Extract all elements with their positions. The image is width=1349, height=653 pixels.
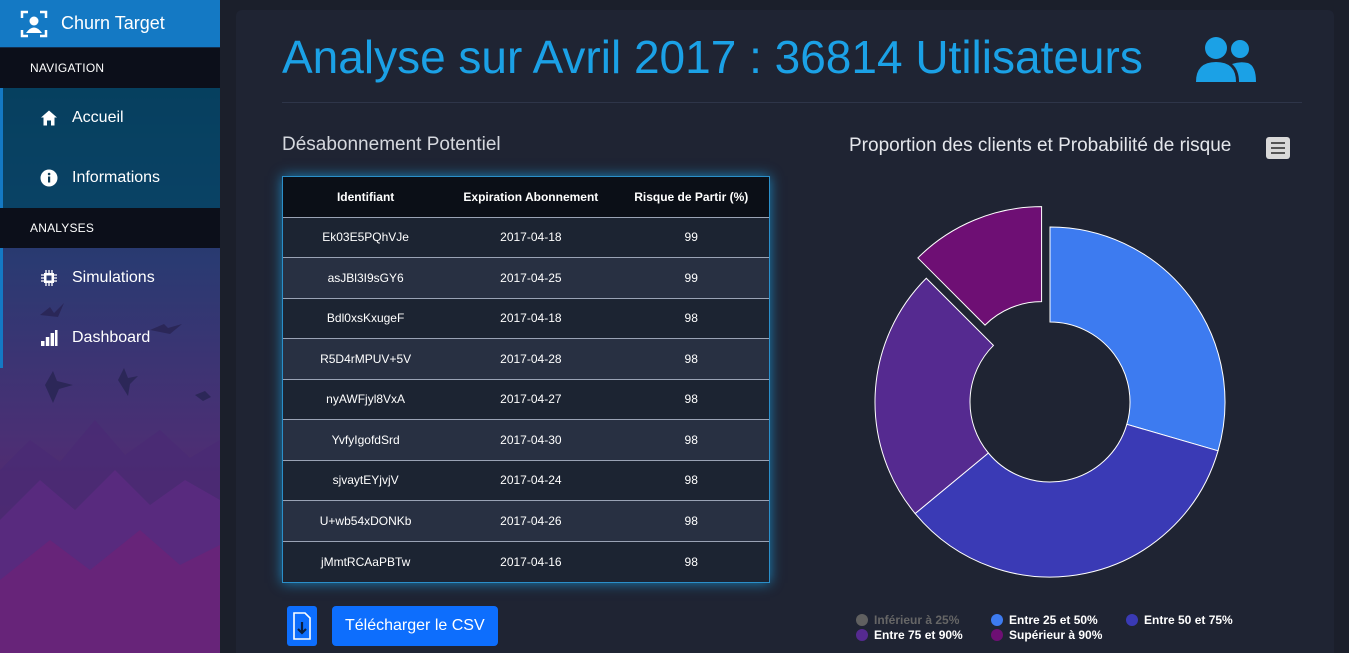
legend-item[interactable]: Entre 25 et 50%: [991, 613, 1098, 627]
cell-risque: 99: [613, 257, 769, 298]
cell-identifiant: sjvaytEYjvjV: [283, 459, 449, 501]
legend-item[interactable]: Inférieur à 25%: [856, 613, 959, 627]
download-row: Télécharger le CSV: [287, 606, 498, 646]
table-row: asJBl3I9sGY6 2017-04-25 99: [283, 257, 769, 298]
table-row: U+wb54xDONKb 2017-04-26 98: [283, 500, 769, 541]
table-header-row: Identifiant Expiration Abonnement Risque…: [283, 177, 769, 217]
legend-marker: [856, 614, 868, 626]
file-download-icon[interactable]: [287, 606, 317, 646]
users-icon: [1196, 37, 1256, 82]
cell-expiration: 2017-04-18: [448, 216, 614, 258]
cell-expiration: 2017-04-25: [448, 257, 614, 298]
cell-identifiant: Bdl0xsKxugeF: [283, 297, 449, 339]
legend-marker: [991, 614, 1003, 626]
donut-chart: [874, 206, 1226, 578]
sidebar-section-analyses: ANALYSES: [0, 208, 220, 248]
legend-marker: [856, 629, 868, 641]
table-row: Bdl0xsKxugeF 2017-04-18 98: [283, 297, 769, 339]
cell-risque: 98: [613, 338, 769, 379]
legend-label: Entre 75 et 90%: [874, 628, 963, 642]
table-heading: Désabonnement Potentiel: [282, 134, 501, 155]
cell-identifiant: Ek03E5PQhVJe: [283, 216, 449, 258]
info-icon: [39, 168, 59, 188]
cell-expiration: 2017-04-24: [448, 459, 614, 501]
column-header-expiration[interactable]: Expiration Abonnement: [448, 177, 613, 217]
app-title: Churn Target: [61, 13, 165, 33]
legend-item[interactable]: Entre 50 et 75%: [1126, 613, 1233, 627]
cell-identifiant: jMmtRCAaPBTw: [283, 540, 449, 582]
donut-slice[interactable]: [1049, 226, 1226, 452]
cell-risque: 98: [613, 459, 769, 501]
legend-marker: [1126, 614, 1138, 626]
title-divider: [282, 102, 1302, 103]
sidebar-item-informations[interactable]: Informations: [0, 148, 220, 208]
user-target-icon: [20, 10, 48, 37]
bar-chart-icon: [39, 328, 59, 348]
cell-identifiant: asJBl3I9sGY6: [283, 257, 449, 298]
cell-risque: 99: [613, 216, 769, 258]
table-row: jMmtRCAaPBTw 2017-04-16 98: [283, 540, 769, 582]
chart-menu-icon[interactable]: [1266, 137, 1290, 159]
table-row: nyAWFjyl8VxA 2017-04-27 98: [283, 378, 769, 420]
legend-label: Inférieur à 25%: [874, 613, 960, 627]
cell-risque: 98: [613, 540, 769, 582]
cell-identifiant: R5D4rMPUV+5V: [283, 338, 449, 379]
chart-title: Proportion des clients et Probabilité de…: [849, 135, 1232, 156]
sidebar-item-label: Informations: [72, 169, 161, 186]
table-row: sjvaytEYjvjV 2017-04-24 98: [283, 459, 769, 501]
sidebar-item-accueil[interactable]: Accueil: [0, 88, 220, 148]
legend-item[interactable]: Entre 75 et 90%: [856, 628, 963, 642]
cell-expiration: 2017-04-30: [448, 419, 614, 460]
cell-risque: 98: [613, 500, 769, 541]
cell-expiration: 2017-04-26: [448, 500, 614, 541]
page-title: Analyse sur Avril 2017 : 36814 Utilisate…: [282, 31, 1143, 83]
churn-table: Identifiant Expiration Abonnement Risque…: [282, 176, 770, 583]
sidebar-item-dashboard[interactable]: Dashboard: [0, 308, 220, 368]
download-csv-button[interactable]: Télécharger le CSV: [332, 606, 498, 646]
table-row: YvfyIgofdSrd 2017-04-30 98: [283, 419, 769, 460]
sidebar-item-simulations[interactable]: Simulations: [0, 248, 220, 308]
legend-marker: [991, 629, 1003, 641]
cell-expiration: 2017-04-16: [448, 540, 614, 582]
column-header-identifiant[interactable]: Identifiant: [283, 177, 448, 217]
cell-risque: 98: [613, 297, 769, 339]
legend-label: Supérieur à 90%: [1009, 628, 1103, 642]
table-row: Ek03E5PQhVJe 2017-04-18 99: [283, 216, 769, 258]
legend-label: Entre 50 et 75%: [1144, 613, 1233, 627]
sidebar: Churn Target NAVIGATION Accueil Informat…: [0, 0, 220, 653]
sidebar-section-navigation: NAVIGATION: [0, 48, 220, 88]
cell-identifiant: nyAWFjyl8VxA: [283, 378, 449, 420]
table-row: R5D4rMPUV+5V 2017-04-28 98: [283, 338, 769, 379]
cell-expiration: 2017-04-28: [448, 338, 614, 379]
cell-risque: 98: [613, 419, 769, 460]
sidebar-item-label: Dashboard: [72, 329, 151, 346]
cell-risque: 98: [613, 378, 769, 420]
cell-identifiant: U+wb54xDONKb: [283, 500, 449, 541]
home-icon: [39, 108, 59, 128]
legend-item[interactable]: Supérieur à 90%: [991, 628, 1102, 642]
column-header-risque[interactable]: Risque de Partir (%): [613, 177, 769, 217]
app-brand[interactable]: Churn Target: [0, 0, 220, 47]
sidebar-item-label: Accueil: [72, 109, 124, 126]
chip-icon: [39, 268, 59, 288]
main-panel: Analyse sur Avril 2017 : 36814 Utilisate…: [236, 10, 1334, 653]
cell-expiration: 2017-04-18: [448, 297, 614, 339]
sidebar-item-label: Simulations: [72, 269, 155, 286]
legend-label: Entre 25 et 50%: [1009, 613, 1098, 627]
cell-identifiant: YvfyIgofdSrd: [283, 419, 449, 460]
cell-expiration: 2017-04-27: [448, 378, 614, 420]
